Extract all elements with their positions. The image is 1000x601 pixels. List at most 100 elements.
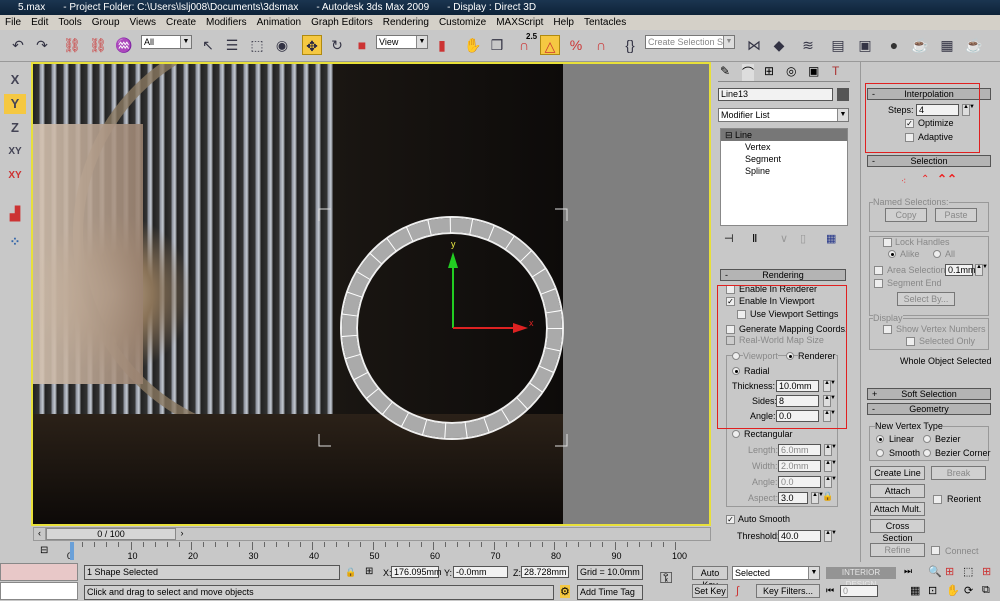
- select-link-icon[interactable]: ⛓: [62, 35, 82, 55]
- menu-views[interactable]: Views: [130, 17, 157, 28]
- modify-tab-icon[interactable]: ⌒: [742, 64, 755, 81]
- edit-named-selection-icon[interactable]: {}: [620, 35, 640, 55]
- cross-section-button[interactable]: Cross Section: [870, 519, 925, 543]
- restrict-z-button[interactable]: Z: [4, 118, 26, 138]
- restrict-x-button[interactable]: X: [4, 70, 26, 90]
- restrict-plane-cycle-button[interactable]: XY: [4, 166, 26, 186]
- zoom-extents-icon[interactable]: ⬚: [963, 565, 973, 578]
- lock-aspect-icon[interactable]: 🔒: [822, 491, 833, 502]
- window-crossing-icon[interactable]: ◉: [272, 35, 292, 55]
- snapshot-icon[interactable]: ⁘: [4, 232, 26, 252]
- menu-tools[interactable]: Tools: [58, 17, 81, 28]
- curve-editor-mini-icon[interactable]: ⊟: [40, 545, 48, 556]
- menu-create[interactable]: Create: [166, 17, 196, 28]
- modifier-list-dropdown[interactable]: Modifier List ▼: [718, 108, 849, 122]
- angle2-field[interactable]: 0.0: [778, 476, 821, 488]
- aspect-field[interactable]: 3.0: [778, 492, 808, 504]
- selected-only-checkbox[interactable]: [906, 337, 915, 346]
- align-icon[interactable]: ◆: [769, 35, 789, 55]
- auto-smooth-checkbox[interactable]: ✓: [726, 515, 735, 524]
- layer-manager-icon[interactable]: ≋: [798, 35, 818, 55]
- field-of-view-icon[interactable]: ⊡: [928, 584, 937, 597]
- next-frame-arrow[interactable]: ›: [176, 528, 188, 540]
- restrict-y-button[interactable]: Y: [4, 94, 26, 114]
- vertex-level-icon[interactable]: ⁖: [901, 176, 906, 187]
- maxscript-listener-white[interactable]: [0, 582, 78, 600]
- refine-button[interactable]: Refine: [870, 543, 925, 557]
- smooth-radio[interactable]: [876, 449, 884, 457]
- time-slider-track[interactable]: ‹ 0 / 100 ›: [33, 527, 711, 541]
- configure-modifier-sets-icon[interactable]: ▦: [826, 232, 836, 245]
- schematic-view-icon[interactable]: ▣: [855, 35, 875, 55]
- rendered-frame-window-icon[interactable]: ▦: [937, 35, 957, 55]
- mirror-icon[interactable]: ⋈: [744, 35, 764, 55]
- set-key-icon[interactable]: ⚿: [660, 570, 672, 588]
- attach-mult-button[interactable]: Attach Mult.: [870, 502, 925, 516]
- pin-stack-icon[interactable]: ⊣: [724, 232, 734, 245]
- utilities-tab-icon[interactable]: T: [832, 64, 839, 78]
- menu-file[interactable]: File: [5, 17, 21, 28]
- paste-button[interactable]: Paste: [935, 208, 977, 222]
- menu-maxscript[interactable]: MAXScript: [496, 17, 543, 28]
- selection-lock-icon[interactable]: 🔒: [345, 567, 356, 578]
- restrict-xy-button[interactable]: XY: [4, 142, 26, 162]
- bezier-corner-radio[interactable]: [923, 449, 931, 457]
- copy-button[interactable]: Copy: [885, 208, 927, 222]
- stack-item-line[interactable]: ⊟ Line: [721, 129, 847, 141]
- geometry-rollout-header[interactable]: - Geometry: [867, 403, 991, 415]
- select-object-icon[interactable]: ↖: [198, 35, 218, 55]
- selection-filter-dropdown[interactable]: All ▼: [141, 35, 192, 49]
- motion-tab-icon[interactable]: ◎: [786, 64, 796, 78]
- menu-graph-editors[interactable]: Graph Editors: [311, 17, 373, 28]
- absolute-mode-icon[interactable]: ⊞: [365, 566, 373, 577]
- prev-frame-arrow[interactable]: ‹: [34, 528, 46, 540]
- zoom-icon[interactable]: 🔍: [928, 565, 942, 578]
- segment-level-icon[interactable]: ⌃: [921, 174, 929, 185]
- angle-snap-icon[interactable]: △: [540, 35, 560, 55]
- object-color-swatch[interactable]: [837, 88, 849, 101]
- quick-render-icon[interactable]: ☕: [964, 35, 984, 55]
- select-scale-icon[interactable]: ■: [352, 35, 372, 55]
- rendering-rollout-header[interactable]: - Rendering: [720, 269, 846, 281]
- key-mode-dropdown[interactable]: Selected ▼: [732, 566, 820, 580]
- maxscript-listener-pink[interactable]: [0, 563, 78, 581]
- selection-rollout-header[interactable]: - Selection: [867, 155, 991, 167]
- percent-snap-icon[interactable]: %: [566, 35, 586, 55]
- aspect-spinner[interactable]: ▲▼: [811, 492, 824, 504]
- unlink-icon[interactable]: ⛓: [88, 35, 108, 55]
- width-spinner[interactable]: ▲▼: [824, 460, 837, 472]
- y-coordinate-field[interactable]: -0.0mm: [453, 566, 508, 578]
- reorient-checkbox[interactable]: [933, 495, 942, 504]
- set-key-button[interactable]: Set Key: [692, 584, 728, 598]
- pan-icon[interactable]: ✋: [946, 584, 960, 597]
- alike-radio[interactable]: [888, 250, 896, 258]
- display-tab-icon[interactable]: ▣: [808, 64, 819, 78]
- angle2-spinner[interactable]: ▲▼: [824, 476, 837, 488]
- current-frame-marker[interactable]: [70, 542, 74, 560]
- menu-edit[interactable]: Edit: [31, 17, 48, 28]
- menu-tentacles[interactable]: Tentacles: [584, 17, 626, 28]
- threshold-field[interactable]: 40.0: [778, 530, 821, 542]
- select-by-button[interactable]: Select By...: [897, 292, 955, 306]
- length-field[interactable]: 6.0mm: [778, 444, 821, 456]
- redo-icon[interactable]: ↷: [32, 35, 52, 55]
- zoom-extents-all-icon[interactable]: ⊞: [982, 565, 991, 578]
- segment-end-checkbox[interactable]: [874, 279, 883, 288]
- stack-item-segment[interactable]: Segment: [721, 153, 847, 165]
- linear-radio[interactable]: [876, 435, 884, 443]
- area-selection-field[interactable]: 0.1mm: [945, 264, 976, 276]
- material-editor-icon[interactable]: ●: [884, 35, 904, 55]
- undo-icon[interactable]: ↶: [8, 35, 28, 55]
- connect-checkbox[interactable]: [931, 546, 940, 555]
- array-icon[interactable]: ▟: [4, 204, 26, 224]
- menu-modifiers[interactable]: Modifiers: [206, 17, 247, 28]
- all-radio[interactable]: [933, 250, 941, 258]
- threshold-spinner[interactable]: ▲▼: [824, 530, 837, 542]
- menu-customize[interactable]: Customize: [439, 17, 486, 28]
- area-selection-checkbox[interactable]: [874, 266, 883, 275]
- go-to-end-icon[interactable]: ⏭: [904, 566, 912, 577]
- stack-item-vertex[interactable]: Vertex: [721, 141, 847, 153]
- keyboard-shortcut-override-icon[interactable]: ❒: [487, 35, 507, 55]
- menu-rendering[interactable]: Rendering: [383, 17, 429, 28]
- current-frame-field[interactable]: 0: [840, 585, 878, 597]
